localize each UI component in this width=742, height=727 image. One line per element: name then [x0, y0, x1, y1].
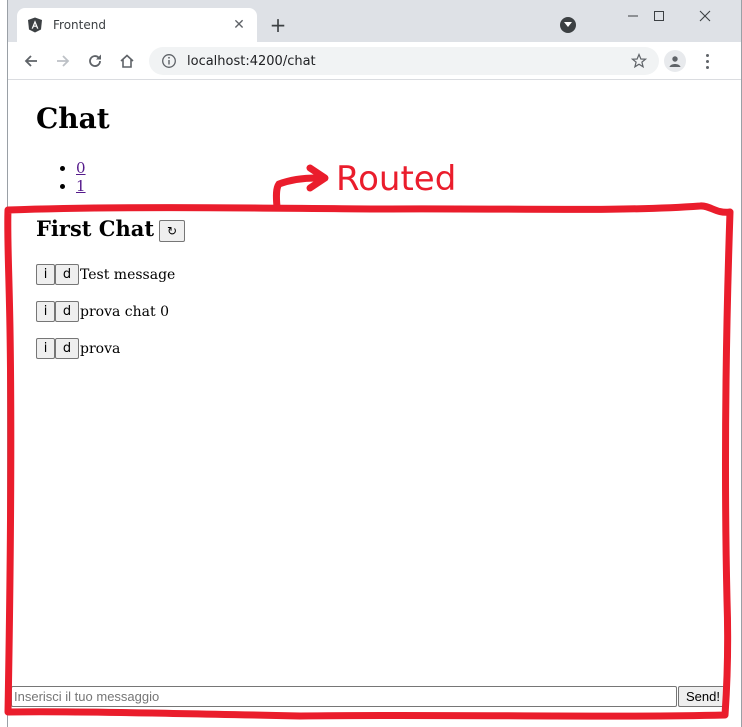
- account-icon[interactable]: [664, 50, 686, 72]
- list-item: 0: [76, 159, 86, 177]
- tab-strip: Frontend ✕ +: [8, 0, 741, 42]
- info-button[interactable]: i: [36, 338, 55, 359]
- home-icon[interactable]: [115, 49, 139, 73]
- reload-icon[interactable]: [83, 49, 107, 73]
- list-item: i d prova: [36, 338, 120, 359]
- message-text: prova chat 0: [80, 303, 169, 320]
- delete-button[interactable]: d: [55, 338, 79, 359]
- back-arrow-icon[interactable]: [19, 49, 43, 73]
- message-text: Test message: [80, 266, 176, 283]
- window-close-icon[interactable]: [682, 4, 728, 28]
- chat-link-1[interactable]: 1: [76, 177, 86, 195]
- message-input[interactable]: [11, 686, 677, 707]
- list-item: 1: [76, 177, 86, 195]
- chat-title: First Chat: [36, 215, 155, 241]
- maximize-icon[interactable]: [636, 4, 682, 28]
- info-button[interactable]: i: [36, 301, 55, 322]
- list-item: i d Test message: [36, 264, 175, 285]
- send-button[interactable]: Send!: [678, 686, 728, 707]
- chat-header: First Chat ↻: [36, 214, 186, 242]
- list-item: i d prova chat 0: [36, 301, 169, 322]
- close-icon[interactable]: ✕: [231, 17, 247, 33]
- tab-search-dropdown-icon[interactable]: [560, 17, 576, 33]
- tab-title: Frontend: [53, 18, 106, 32]
- info-icon[interactable]: [161, 53, 177, 69]
- delete-button[interactable]: d: [55, 301, 79, 322]
- browser-window: Frontend ✕ + localhost:4200/chat Chat • …: [7, 0, 742, 727]
- url-text: localhost:4200/chat: [187, 53, 316, 69]
- forward-arrow-icon[interactable]: [51, 49, 75, 73]
- kebab-menu-icon[interactable]: [699, 51, 715, 71]
- page-title: Chat: [36, 102, 110, 135]
- plus-icon[interactable]: +: [266, 14, 290, 38]
- page-content: Chat 0 1 First Chat ↻ idTest message idp…: [8, 81, 741, 727]
- browser-tab[interactable]: Frontend ✕: [17, 8, 257, 42]
- star-icon[interactable]: [630, 52, 648, 69]
- angular-logo-icon: [27, 17, 43, 33]
- delete-button[interactable]: d: [55, 264, 79, 285]
- chat-link-0[interactable]: 0: [76, 159, 86, 177]
- refresh-button[interactable]: ↻: [159, 220, 186, 242]
- chat-list: 0 1: [36, 159, 86, 195]
- message-composer: Send!: [11, 686, 728, 708]
- address-bar[interactable]: localhost:4200/chat: [149, 47, 659, 75]
- message-text: prova: [80, 340, 121, 357]
- info-button[interactable]: i: [36, 264, 55, 285]
- browser-toolbar: localhost:4200/chat: [8, 42, 741, 80]
